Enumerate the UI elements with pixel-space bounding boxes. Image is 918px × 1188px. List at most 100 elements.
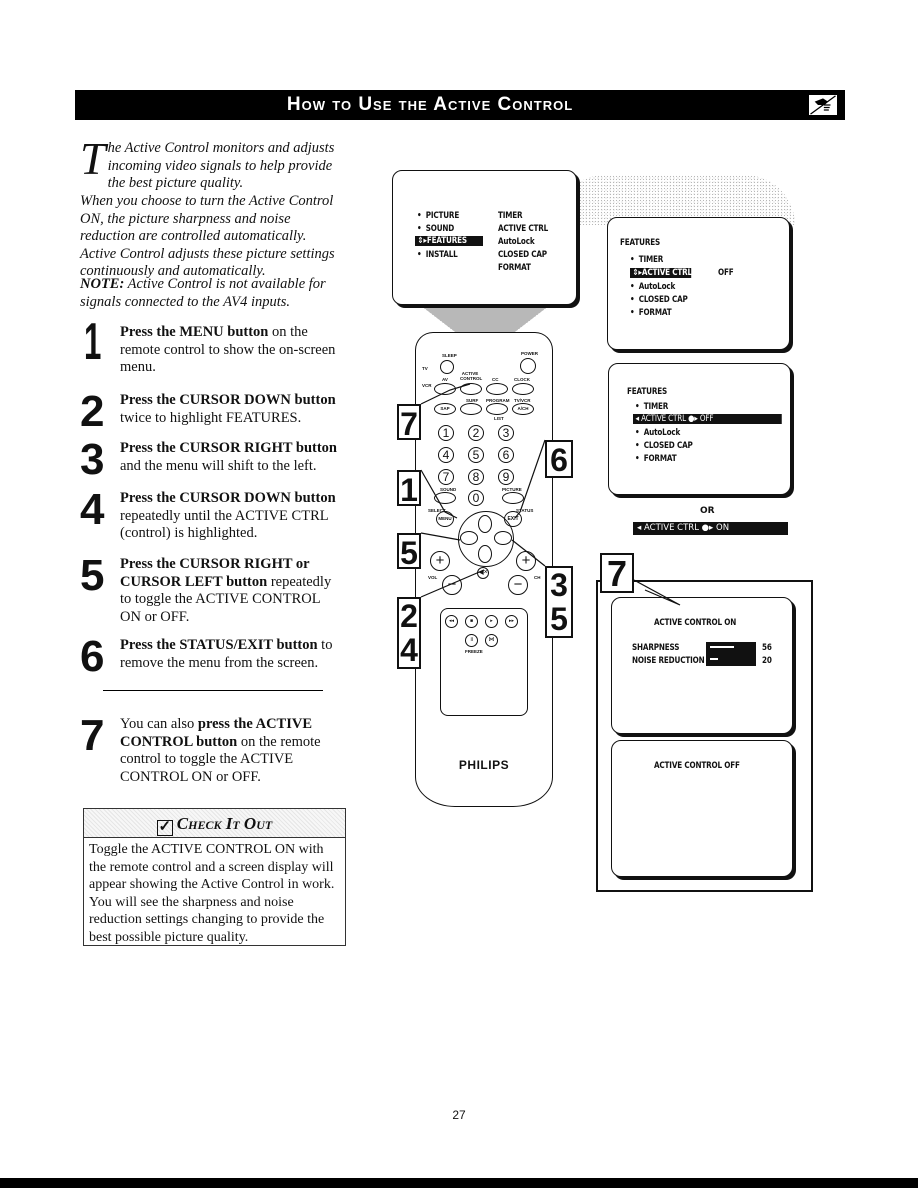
digit-5-button[interactable]: 5 (468, 447, 484, 463)
cursor-up-button[interactable] (478, 515, 492, 533)
ch-label: CH (534, 575, 541, 580)
callout-3: 3 (550, 567, 568, 603)
volume-down-button[interactable]: − (442, 575, 462, 595)
av-label: AV (442, 377, 448, 382)
step-rest: repeatedly until the ACTIVE CTRL (contro… (120, 507, 329, 542)
note-label: NOTE: (80, 276, 125, 292)
submenu-item: AutoLock (498, 237, 535, 247)
callout-step-7-screen: 7 (600, 553, 634, 593)
check-it-out-title: Check It Out (176, 814, 273, 833)
divider (103, 690, 323, 691)
vcr-label: VCR (422, 383, 432, 388)
screen-title: FEATURES (627, 387, 668, 397)
surf-button[interactable] (460, 403, 482, 415)
cursor-right-button[interactable] (494, 531, 512, 545)
callout-5-right: 5 (550, 601, 568, 637)
digit-4-button[interactable]: 4 (438, 447, 454, 463)
digit-0-button[interactable]: 0 (468, 490, 484, 506)
check-it-out-box: ✓ Check It Out Toggle the ACTIVE CONTROL … (83, 808, 346, 946)
ach-button[interactable]: A/CH (512, 403, 534, 415)
menu-item: INSTALL (417, 250, 458, 260)
digit-2-button[interactable]: 2 (468, 425, 484, 441)
cursor-left-button[interactable] (460, 531, 478, 545)
tv-screen-main-menu: PICTURE SOUND ⇕▸FEATURES INSTALL TIMER A… (392, 170, 577, 305)
sharpness-label: SHARPNESS (632, 643, 680, 653)
page-title: How to Use the Active Control (286, 94, 574, 115)
cursor-down-button[interactable] (478, 545, 492, 563)
step-rest: and the menu will shift to the left. (120, 457, 317, 474)
menu-button[interactable]: MENU (436, 511, 454, 527)
step-text: Press the CURSOR DOWN button repeatedly … (120, 490, 340, 543)
volume-up-button[interactable]: + (430, 551, 450, 571)
cc-button[interactable] (486, 383, 508, 395)
intro-text: he Active Control monitors and adjusts i… (107, 140, 335, 191)
clock-label: CLOCK (514, 377, 530, 382)
sharpness-bar-fill (710, 646, 734, 648)
step-text: Press the CURSOR DOWN button twice to hi… (120, 392, 340, 427)
remote-beam (420, 305, 550, 335)
or-label: OR (700, 506, 715, 516)
sap-button[interactable]: SAP (434, 403, 456, 415)
menu-item: FORMAT (630, 308, 672, 318)
active-control-button[interactable] (460, 383, 482, 395)
channel-down-button[interactable]: − (508, 575, 528, 595)
pause-button[interactable]: ॥ (465, 634, 478, 647)
rewind-button[interactable]: ◂◂ (445, 615, 458, 628)
step-text: Press the CURSOR RIGHT button and the me… (120, 440, 340, 475)
tv-label: TV (422, 366, 428, 371)
callout-7: 7 (397, 404, 421, 442)
power-label: POWER (521, 351, 539, 356)
program-list-button[interactable] (486, 403, 508, 415)
menu-item: CLOSED CAP (630, 295, 688, 305)
power-button[interactable] (520, 358, 536, 374)
screen-title: ACTIVE CONTROL ON (654, 618, 737, 628)
digit-9-button[interactable]: 9 (498, 469, 514, 485)
menu-item: TIMER (630, 255, 664, 265)
sleep-button[interactable] (440, 360, 454, 374)
tv-screen-features-toggle: FEATURES TIMER ◂ ACTIVE CTRL ●▸ OFF Auto… (608, 363, 791, 495)
digit-3-button[interactable]: 3 (498, 425, 514, 441)
channel-up-button[interactable]: + (516, 551, 536, 571)
intro-paragraph-2: When you choose to turn the Active Contr… (80, 193, 335, 279)
callout-6: 6 (545, 440, 573, 478)
cc-label: CC (492, 377, 499, 382)
tv-screen-features: FEATURES TIMER ⇕▸ACTIVE CTRL OFF AutoLoc… (607, 217, 790, 350)
clock-button[interactable] (512, 383, 534, 395)
menu-item: PICTURE (417, 211, 460, 221)
vol-label: VOL (428, 575, 438, 580)
stop-button[interactable]: ■ (465, 615, 478, 628)
step-bold: Press the MENU button (120, 324, 269, 340)
step-bold: Press the STATUS/EXIT button (120, 637, 318, 653)
digit-8-button[interactable]: 8 (468, 469, 484, 485)
digit-1-button[interactable]: 1 (438, 425, 454, 441)
step-number: 3 (80, 435, 105, 484)
sharpness-value: 56 (762, 643, 772, 653)
callout-1: 1 (397, 470, 421, 508)
menu-item-highlighted: ⇕▸ACTIVE CTRL (630, 268, 692, 278)
record-button[interactable]: ⋈ (485, 634, 498, 647)
menu-item-highlighted: ⇕▸FEATURES (415, 236, 483, 246)
step-text: Press the STATUS/EXIT button to remove t… (120, 637, 340, 672)
picture-button[interactable] (502, 492, 524, 504)
section-header: How to Use the Active Control (75, 90, 845, 120)
av-button[interactable] (434, 383, 456, 395)
submenu-item: ACTIVE CTRL (498, 224, 549, 234)
menu-value: OFF (718, 268, 734, 278)
check-it-out-header: ✓ Check It Out (84, 809, 345, 838)
noise-reduction-bar-fill (710, 658, 719, 660)
level-bars (706, 642, 756, 666)
play-button[interactable]: ▸ (485, 615, 498, 628)
menu-item-label: FEATURES (426, 236, 467, 246)
step-bold: Press the CURSOR DOWN button (120, 392, 336, 408)
fast-forward-button[interactable]: ▸▸ (505, 615, 518, 628)
step-bold: Press the CURSOR RIGHT button (120, 440, 337, 456)
step-number: 4 (80, 485, 105, 534)
digit-7-button[interactable]: 7 (438, 469, 454, 485)
sound-button[interactable] (434, 492, 456, 504)
hand-pointing-icon (807, 93, 839, 117)
digit-6-button[interactable]: 6 (498, 447, 514, 463)
mute-button[interactable]: ◀× (477, 567, 489, 579)
callout-2: 2 (400, 598, 418, 634)
callout-5-left: 5 (397, 533, 421, 571)
menu-item: AutoLock (635, 428, 681, 438)
